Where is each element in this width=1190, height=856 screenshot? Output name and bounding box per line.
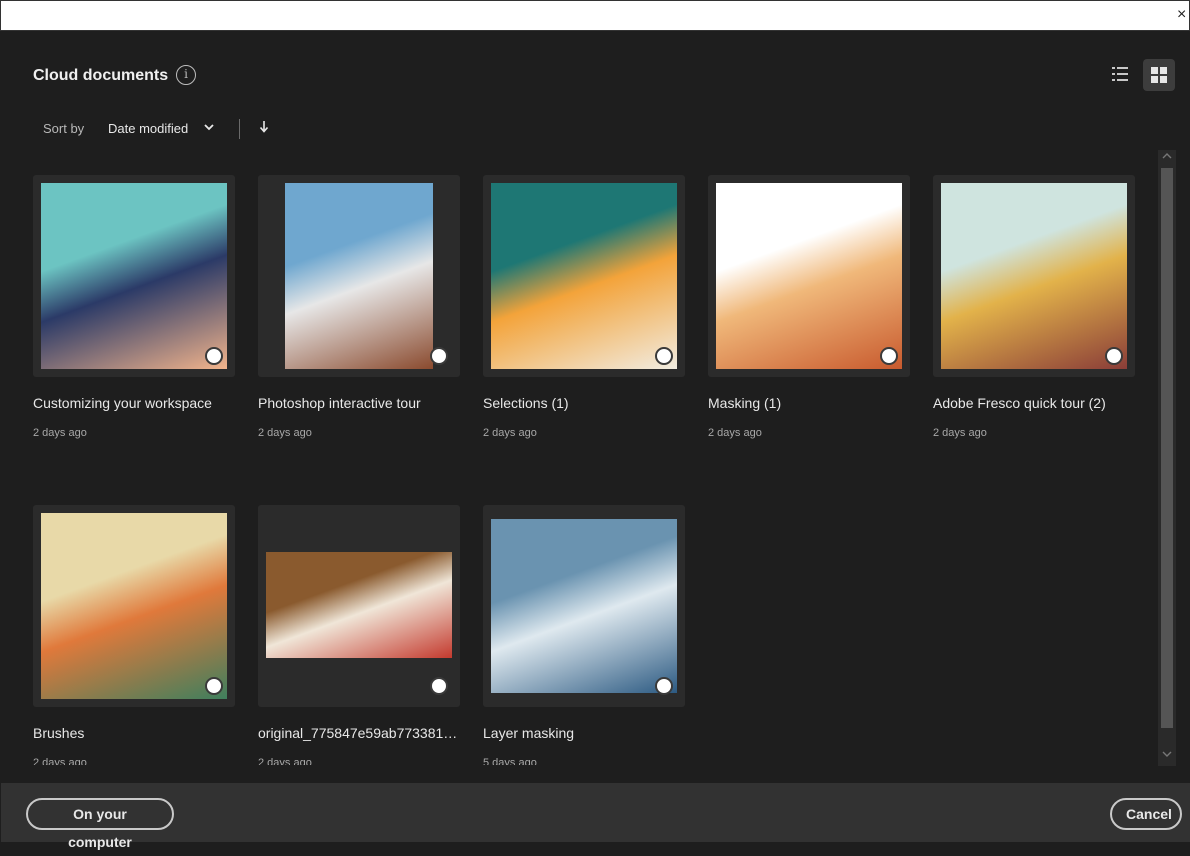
document-thumbnail-frame[interactable]	[483, 175, 685, 377]
close-icon[interactable]: ×	[1177, 6, 1189, 24]
document-thumbnail-frame[interactable]	[258, 505, 460, 707]
document-thumbnail-frame[interactable]	[933, 175, 1135, 377]
document-thumbnail	[285, 183, 433, 369]
document-card[interactable]: Masking (1) 2 days ago	[708, 175, 910, 455]
document-thumbnail	[491, 183, 677, 369]
cancel-button[interactable]: Cancel	[1110, 798, 1182, 830]
document-card[interactable]: Customizing your workspace 2 days ago	[33, 175, 235, 455]
cloud-sync-icon	[655, 347, 673, 365]
info-icon[interactable]: i	[176, 65, 196, 85]
document-name: Layer masking	[483, 725, 575, 741]
dialog-footer: On your computer Cancel	[1, 783, 1190, 850]
sort-direction-arrow-icon[interactable]	[257, 119, 271, 135]
document-date: 2 days ago	[33, 427, 87, 439]
document-date: 2 days ago	[258, 757, 312, 765]
page-title: Cloud documents	[33, 67, 169, 84]
grid-view-icon	[1151, 67, 1167, 83]
scrollbar[interactable]	[1158, 150, 1176, 766]
document-name: Brushes	[33, 725, 85, 741]
cloud-sync-icon	[1105, 347, 1123, 365]
document-date: 2 days ago	[708, 427, 762, 439]
document-name: Adobe Fresco quick tour (2)	[933, 395, 1106, 411]
document-thumbnail	[716, 183, 902, 369]
document-name: Photoshop interactive tour	[258, 395, 421, 411]
cloud-documents-dialog: Cloud documents i Sort by Date modified …	[1, 31, 1190, 850]
cloud-sync-icon	[880, 347, 898, 365]
scrollbar-thumb[interactable]	[1161, 168, 1173, 728]
list-view-button[interactable]	[1104, 59, 1134, 89]
scroll-down-arrow-icon[interactable]	[1162, 750, 1172, 758]
grid-view-button[interactable]	[1143, 59, 1175, 91]
on-your-computer-button[interactable]: On your computer	[26, 798, 174, 850]
scroll-up-arrow-icon[interactable]	[1162, 152, 1172, 160]
document-thumbnail	[41, 183, 227, 369]
document-thumbnail-frame[interactable]	[33, 175, 235, 377]
document-thumbnail	[266, 552, 452, 658]
document-card[interactable]: original_775847e59ab77338145c... 2 days a…	[258, 505, 460, 765]
document-name: Masking (1)	[708, 395, 782, 411]
sort-dropdown[interactable]: Date modified	[108, 121, 188, 136]
document-thumbnail	[941, 183, 1127, 369]
cloud-sync-icon	[430, 677, 448, 695]
chevron-down-icon[interactable]	[202, 120, 216, 134]
cloud-sync-icon	[430, 347, 448, 365]
document-date: 5 days ago	[483, 757, 537, 765]
document-date: 2 days ago	[258, 427, 312, 439]
divider	[239, 119, 240, 139]
document-date: 2 days ago	[933, 427, 987, 439]
document-card[interactable]: Photoshop interactive tour 2 days ago	[258, 175, 460, 455]
cloud-sync-icon	[205, 347, 223, 365]
sort-label: Sort by	[43, 121, 85, 136]
document-name: Customizing your workspace	[33, 395, 212, 411]
document-name: Selections (1)	[483, 395, 569, 411]
window-titlebar: ×	[0, 0, 1190, 31]
document-thumbnail-frame[interactable]	[33, 505, 235, 707]
document-thumbnail-frame[interactable]	[483, 505, 685, 707]
list-view-icon	[1112, 67, 1128, 81]
cloud-sync-icon	[655, 677, 673, 695]
documents-grid: Customizing your workspace 2 days ago Phot…	[1, 171, 1158, 765]
document-thumbnail	[491, 519, 677, 693]
document-thumbnail	[41, 513, 227, 699]
document-thumbnail-frame[interactable]	[258, 175, 460, 377]
document-card[interactable]: Adobe Fresco quick tour (2) 2 days ago	[933, 175, 1135, 455]
document-card[interactable]: Layer masking 5 days ago	[483, 505, 685, 765]
document-thumbnail-frame[interactable]	[708, 175, 910, 377]
document-date: 2 days ago	[483, 427, 537, 439]
document-card[interactable]: Brushes 2 days ago	[33, 505, 235, 765]
document-date: 2 days ago	[33, 757, 87, 765]
document-name: original_775847e59ab77338145c...	[258, 725, 460, 741]
cloud-sync-icon	[205, 677, 223, 695]
document-card[interactable]: Selections (1) 2 days ago	[483, 175, 685, 455]
